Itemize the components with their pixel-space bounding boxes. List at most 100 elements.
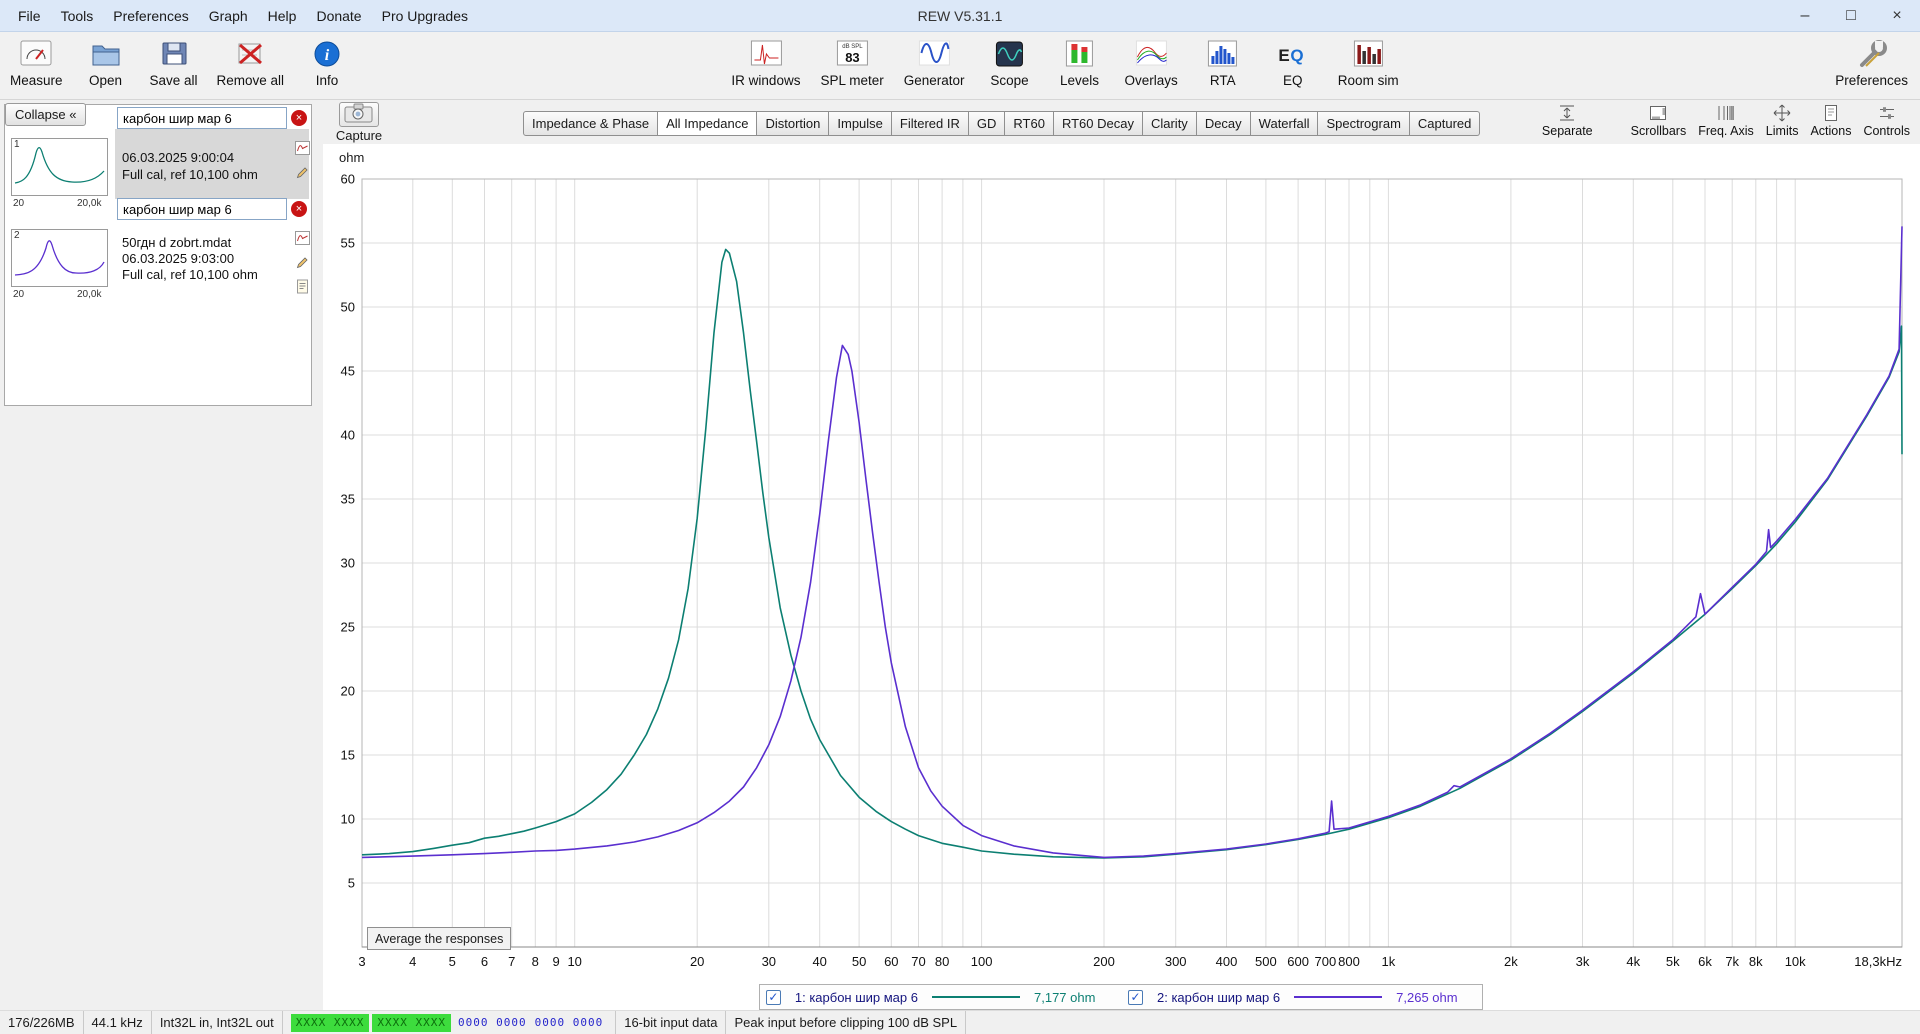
menu-pro-upgrades[interactable]: Pro Upgrades bbox=[372, 2, 478, 30]
minimize-button[interactable]: – bbox=[1782, 0, 1828, 31]
chart-legend: ✓ 1: карбон шир мар 6 7,177 ohm ✓ 2: кар… bbox=[759, 984, 1483, 1010]
menu-file[interactable]: File bbox=[8, 2, 51, 30]
limits-label: Limits bbox=[1765, 124, 1799, 138]
x-tick-label: 8k bbox=[1749, 954, 1763, 969]
measurement1-name-input[interactable] bbox=[117, 107, 287, 129]
maximize-button[interactable]: □ bbox=[1828, 0, 1874, 31]
measurement1-chart-icon[interactable] bbox=[295, 141, 310, 156]
measurement2-delete-button[interactable]: × bbox=[291, 201, 307, 217]
collapse-label: Collapse « bbox=[15, 107, 77, 122]
measure-label: Measure bbox=[10, 73, 63, 88]
measurement2-name-input[interactable] bbox=[117, 198, 287, 220]
remove-all-button[interactable]: Remove all bbox=[217, 36, 284, 88]
freq-axis-button[interactable]: Freq. Axis bbox=[1698, 102, 1754, 138]
preferences-label: Preferences bbox=[1835, 73, 1908, 88]
controls-label: Controls bbox=[1863, 124, 1910, 138]
open-button[interactable]: Open bbox=[81, 36, 131, 88]
separate-button[interactable]: Separate bbox=[1542, 102, 1593, 138]
eq-button[interactable]: EQ EQ bbox=[1268, 36, 1318, 88]
info-button[interactable]: i Info bbox=[302, 36, 352, 88]
y-tick-label: 45 bbox=[341, 364, 355, 379]
toolbar: Measure Open Save all Remove all i Info … bbox=[0, 32, 1920, 100]
legend2-checkbox[interactable]: ✓ bbox=[1128, 989, 1143, 1005]
measurement2-edit-icon[interactable] bbox=[295, 255, 310, 270]
preferences-button[interactable]: Preferences bbox=[1835, 36, 1908, 88]
overlays-button[interactable]: Overlays bbox=[1125, 36, 1178, 88]
capture-button[interactable] bbox=[339, 102, 379, 127]
tab-clarity[interactable]: Clarity bbox=[1142, 111, 1197, 136]
x-tick-label: 100 bbox=[971, 954, 993, 969]
collapse-panel-button[interactable]: Collapse « bbox=[5, 103, 87, 126]
overlays-icon bbox=[1135, 36, 1167, 72]
generator-button[interactable]: Generator bbox=[904, 36, 965, 88]
measurement2-chart-icon[interactable] bbox=[295, 231, 310, 246]
measurements-panel: × 1 20 20,0k 06.03.2025 9:00:04 Full cal… bbox=[0, 100, 323, 1010]
room-sim-button[interactable]: Room sim bbox=[1338, 36, 1399, 88]
menu-preferences[interactable]: Preferences bbox=[103, 2, 198, 30]
tab-rt60[interactable]: RT60 bbox=[1005, 111, 1054, 136]
measurement2-mini-curve bbox=[14, 240, 105, 276]
y-tick-label: 5 bbox=[348, 876, 355, 891]
controls-button[interactable]: Controls bbox=[1863, 102, 1910, 138]
graph-area: Capture Impedance & Phase All Impedance … bbox=[323, 100, 1920, 1010]
tab-captured[interactable]: Captured bbox=[1409, 111, 1481, 136]
levels-button[interactable]: Levels bbox=[1055, 36, 1105, 88]
capture-control: Capture bbox=[333, 102, 385, 143]
separate-label: Separate bbox=[1541, 124, 1593, 138]
measurement1-date: 06.03.2025 9:00:04 bbox=[122, 150, 235, 165]
average-responses-label: Average the responses bbox=[375, 931, 504, 946]
impedance-chart[interactable]: 510152025303540455055603 4 5 6 7 8 9 10 20 30 40 50… bbox=[323, 100, 1920, 1010]
controls-icon bbox=[1877, 102, 1897, 124]
spl-meter-button[interactable]: dB SPL 83 SPL meter bbox=[820, 36, 884, 88]
close-button[interactable]: × bbox=[1874, 0, 1920, 31]
x-tick-label: 40 bbox=[812, 954, 826, 969]
menu-graph[interactable]: Graph bbox=[199, 2, 258, 30]
tab-all-impedance[interactable]: All Impedance bbox=[658, 111, 758, 136]
spl-meter-icon: dB SPL 83 bbox=[836, 36, 868, 72]
menu-help[interactable]: Help bbox=[258, 2, 307, 30]
measurement1-mini-curve bbox=[14, 146, 105, 184]
tab-waterfall[interactable]: Waterfall bbox=[1250, 111, 1319, 136]
close-icon: × bbox=[295, 112, 303, 124]
actions-button[interactable]: Actions bbox=[1810, 102, 1851, 138]
y-tick-label: 15 bbox=[341, 748, 355, 763]
x-tick-label: 70 bbox=[911, 954, 925, 969]
freq-axis-icon bbox=[1716, 102, 1736, 124]
measurement1-thumbnail[interactable]: 1 bbox=[11, 138, 108, 196]
rta-button[interactable]: RTA bbox=[1198, 36, 1248, 88]
tab-distortion[interactable]: Distortion bbox=[757, 111, 830, 136]
x-tick-label: 9 bbox=[552, 954, 559, 969]
menu-donate[interactable]: Donate bbox=[306, 2, 371, 30]
tab-decay[interactable]: Decay bbox=[1196, 111, 1251, 136]
close-icon: × bbox=[295, 203, 303, 215]
average-responses-button[interactable]: Average the responses bbox=[367, 927, 512, 950]
menubar: File Tools Preferences Graph Help Donate… bbox=[0, 2, 478, 30]
tab-spectrogram[interactable]: Spectrogram bbox=[1318, 111, 1410, 136]
legend1-checkbox[interactable]: ✓ bbox=[765, 989, 781, 1005]
svg-text:E: E bbox=[1279, 46, 1290, 65]
scope-label: Scope bbox=[990, 73, 1029, 88]
measurement1-delete-button[interactable]: × bbox=[291, 110, 307, 126]
scrollbars-button[interactable]: Scrollbars bbox=[1631, 102, 1686, 138]
y-tick-label: 40 bbox=[341, 428, 355, 443]
tab-impulse[interactable]: Impulse bbox=[829, 111, 892, 136]
tab-gd[interactable]: GD bbox=[968, 111, 1006, 136]
x-tick-label: 700 bbox=[1315, 954, 1337, 969]
measurement2-notes-icon[interactable] bbox=[295, 279, 310, 294]
save-all-button[interactable]: Save all bbox=[149, 36, 199, 88]
measurement1-edit-icon[interactable] bbox=[295, 165, 310, 180]
scope-button[interactable]: Scope bbox=[985, 36, 1035, 88]
x-tick-label: 6k bbox=[1698, 954, 1712, 969]
measure-button[interactable]: Measure bbox=[10, 36, 63, 88]
y-tick-label: 25 bbox=[341, 620, 355, 635]
measurement2-thumbnail[interactable]: 2 bbox=[11, 229, 108, 287]
tab-rt60-decay[interactable]: RT60 Decay bbox=[1053, 111, 1143, 136]
tab-filtered-ir[interactable]: Filtered IR bbox=[891, 111, 969, 136]
menu-tools[interactable]: Tools bbox=[51, 2, 104, 30]
ir-windows-button[interactable]: IR windows bbox=[731, 36, 800, 88]
x-tick-label: 4k bbox=[1626, 954, 1640, 969]
rta-icon bbox=[1208, 36, 1238, 72]
limits-button[interactable]: Limits bbox=[1765, 102, 1799, 138]
tab-impedance-phase[interactable]: Impedance & Phase bbox=[523, 111, 659, 136]
x-tick-label: 500 bbox=[1255, 954, 1277, 969]
